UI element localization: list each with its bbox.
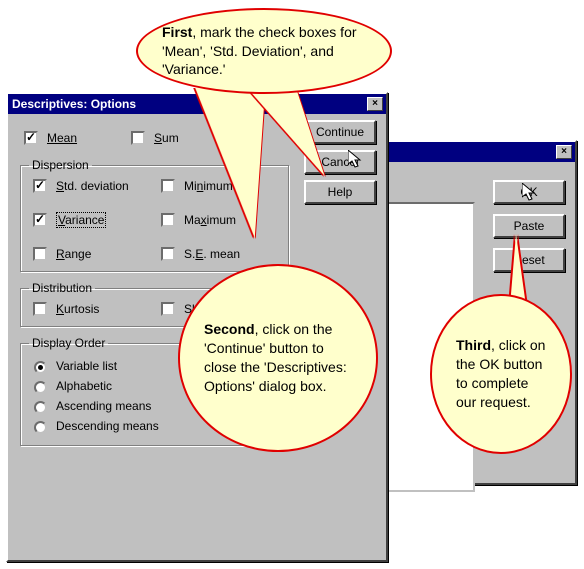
stddev-check-input[interactable]: [33, 179, 47, 193]
variable-list-label: Variable list: [56, 359, 117, 373]
skewness-check-input[interactable]: [161, 302, 175, 316]
ascending-radio-input[interactable]: [34, 401, 47, 414]
alphabetic-radio-input[interactable]: [34, 381, 47, 394]
callout-first-bold: First: [162, 24, 192, 40]
descending-label: Descending means: [56, 419, 159, 433]
semean-check-input[interactable]: [161, 247, 175, 261]
paste-button[interactable]: Paste: [493, 214, 565, 238]
dispersion-legend: Dispersion: [29, 158, 92, 172]
maximum-check-input[interactable]: [161, 213, 175, 227]
variance-checkbox[interactable]: Variance: [29, 210, 153, 230]
distribution-legend: Distribution: [29, 281, 95, 295]
variable-list-radio-input[interactable]: [34, 361, 47, 374]
stddev-checkbox[interactable]: Std. deviation: [29, 176, 153, 196]
range-label: Range: [56, 247, 91, 261]
sum-label: Sum: [154, 131, 179, 145]
callout-second-bold: Second: [204, 321, 255, 337]
continue-button[interactable]: Continue: [304, 120, 376, 144]
minimum-check-input[interactable]: [161, 179, 175, 193]
sum-check-input[interactable]: [131, 131, 145, 145]
callout-third-bold: Third: [456, 337, 491, 353]
mean-label: Mean: [47, 131, 77, 145]
help-button[interactable]: Help: [304, 180, 376, 204]
sum-checkbox[interactable]: Sum: [127, 128, 179, 148]
dialog-title: Descriptives: Options: [12, 97, 136, 111]
close-icon[interactable]: ×: [367, 97, 383, 111]
mean-check-input[interactable]: [24, 131, 38, 145]
kurtosis-label: Kurtosis: [56, 302, 99, 316]
callout-second: Second, click on the 'Continue' button t…: [178, 264, 378, 452]
kurtosis-check-input[interactable]: [33, 302, 47, 316]
close-icon[interactable]: ×: [556, 145, 572, 159]
kurtosis-checkbox[interactable]: Kurtosis: [29, 299, 153, 319]
range-check-input[interactable]: [33, 247, 47, 261]
titlebar-back: ×: [377, 142, 575, 162]
stddev-label: Std. deviation: [56, 179, 129, 193]
ascending-label: Ascending means: [56, 399, 151, 413]
reset-button[interactable]: Reset: [493, 248, 565, 272]
semean-checkbox[interactable]: S.E. mean: [157, 244, 281, 264]
callout-first: First, mark the check boxes for 'Mean', …: [136, 8, 392, 94]
mean-checkbox[interactable]: Mean: [20, 128, 77, 148]
range-checkbox[interactable]: Range: [29, 244, 153, 264]
variance-check-input[interactable]: [33, 213, 47, 227]
semean-label: S.E. mean: [184, 247, 240, 261]
display-order-legend: Display Order: [29, 336, 108, 350]
variance-label: Variance: [56, 213, 106, 227]
descending-radio-input[interactable]: [34, 421, 47, 434]
alphabetic-label: Alphabetic: [56, 379, 112, 393]
callout-third: Third, click on the OK button to complet…: [430, 294, 572, 454]
callout-first-text: , mark the check boxes for 'Mean', 'Std.…: [162, 24, 357, 78]
